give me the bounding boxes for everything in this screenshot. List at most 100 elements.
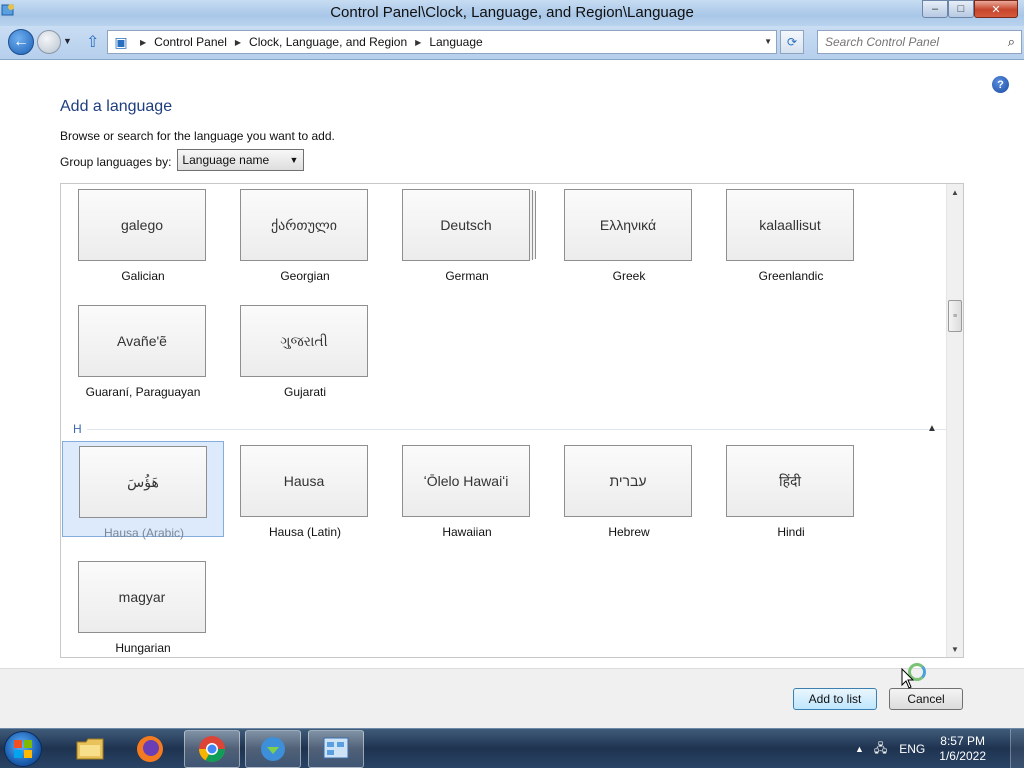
language-tile-hawaiian[interactable]: ʻŌlelo Hawaiʻi Hawaiian [386, 441, 548, 539]
search-icon[interactable]: ⌕ [1008, 34, 1015, 50]
breadcrumb: ▶ Control Panel ▶ Clock, Language, and R… [132, 35, 483, 49]
language-name: Hausa (Latin) [268, 525, 342, 539]
language-native-name: Avañe'ẽ [78, 305, 206, 377]
scroll-down-icon[interactable]: ▼ [947, 641, 963, 657]
chrome-icon [198, 736, 226, 763]
chevron-right-icon[interactable]: ▶ [235, 38, 241, 47]
chevron-right-icon[interactable]: ▶ [140, 38, 146, 47]
cancel-button[interactable]: Cancel [889, 688, 963, 710]
language-tile-greek[interactable]: Ελληνικά Greek [548, 185, 710, 283]
language-list[interactable]: galego Galician ქართული Georgian Deutsch… [60, 183, 964, 658]
minimize-button[interactable]: – [922, 0, 948, 18]
group-by-label: Group languages by: [60, 155, 172, 169]
windows-logo-icon [14, 740, 32, 758]
language-native-name: galego [78, 189, 206, 261]
control-panel-small-icon: ▣ [114, 33, 128, 50]
language-native-name: kalaallisut [726, 189, 854, 261]
group-by-value: Language name [182, 153, 270, 167]
help-icon[interactable]: ? [992, 76, 1009, 93]
maximize-button[interactable]: □ [948, 0, 974, 18]
language-name: Hawaiian [442, 525, 492, 539]
search-input[interactable] [818, 31, 998, 53]
language-tile-galician[interactable]: galego Galician [62, 185, 224, 283]
language-tile-hungarian[interactable]: magyar Hungarian [62, 557, 224, 655]
window-title: Control Panel\Clock, Language, and Regio… [330, 4, 694, 21]
language-name: Greek [612, 269, 646, 283]
group-divider [87, 429, 947, 430]
title-bar: Control Panel\Clock, Language, and Regio… [0, 0, 1024, 26]
dropdown-arrow-icon: ▼ [289, 155, 299, 165]
window-controls: – □ ✕ [922, 0, 1018, 18]
add-to-list-button[interactable]: Add to list [793, 688, 877, 710]
chevron-right-icon[interactable]: ▶ [415, 38, 421, 47]
breadcrumb-control-panel[interactable]: Control Panel [154, 35, 227, 49]
show-desktop-button[interactable] [1010, 729, 1024, 768]
control-panel-icon [323, 737, 349, 759]
language-native-name: ગુજરાતી [240, 305, 368, 377]
language-tile-greenlandic[interactable]: kalaallisut Greenlandic [710, 185, 872, 283]
folder-icon [76, 738, 104, 760]
language-name: Guaraní, Paraguayan [85, 385, 201, 399]
breadcrumb-language[interactable]: Language [429, 35, 482, 49]
input-language-indicator[interactable]: ENG [899, 742, 925, 756]
instruction-text: Browse or search for the language you wa… [60, 129, 335, 143]
taskbar-explorer[interactable] [62, 730, 118, 768]
taskbar: ▲ 🖧 ENG 8:57 PM 1/6/2022 [0, 728, 1024, 768]
forward-button[interactable] [37, 30, 61, 54]
scroll-up-icon[interactable]: ▲ [947, 184, 963, 200]
close-button[interactable]: ✕ [974, 0, 1018, 18]
navigation-bar: ← ▼ ⇧ ▣ ▶ Control Panel ▶ Clock, Languag… [0, 26, 1024, 60]
up-arrow-icon[interactable]: ⇧ [86, 32, 99, 52]
group-by-row: Group languages by: Language name ▼ [60, 149, 305, 171]
scrollbar-thumb[interactable]: ≡ [948, 300, 962, 332]
refresh-button[interactable]: ⟳ [780, 30, 804, 54]
breadcrumb-clock-language-region[interactable]: Clock, Language, and Region [249, 35, 407, 49]
language-native-name: Hausa [240, 445, 368, 517]
language-name: German [445, 269, 489, 283]
language-name: Hindi [777, 525, 805, 539]
system-tray: ▲ 🖧 ENG 8:57 PM 1/6/2022 [855, 729, 1024, 768]
language-native-name: हिंदी [726, 445, 854, 517]
language-name: Hausa (Arabic) [103, 526, 185, 540]
collapse-group-icon[interactable]: ▲ [927, 423, 937, 434]
group-by-select[interactable]: Language name ▼ [177, 149, 305, 171]
button-bar: Add to list Cancel [0, 668, 1024, 728]
recent-pages-dropdown-icon[interactable]: ▼ [63, 36, 72, 46]
network-icon[interactable]: 🖧 [874, 739, 887, 760]
taskbar-control-panel[interactable] [308, 730, 364, 768]
back-button[interactable]: ← [8, 29, 34, 55]
group-header-h[interactable]: H [73, 422, 82, 436]
language-name: Hungarian [115, 641, 171, 655]
language-native-name: magyar [78, 561, 206, 633]
show-hidden-icons-icon[interactable]: ▲ [855, 744, 864, 754]
refresh-icon: ⟳ [786, 35, 798, 49]
language-native-name: Deutsch [402, 189, 530, 261]
mouse-pointer-icon [901, 668, 915, 689]
start-button[interactable] [4, 731, 42, 767]
address-history-dropdown-icon[interactable]: ▼ [764, 37, 772, 46]
download-manager-icon [261, 737, 285, 761]
clock-date: 1/6/2022 [939, 749, 986, 763]
language-tile-georgian[interactable]: ქართული Georgian [224, 185, 386, 283]
taskbar-firefox[interactable] [122, 730, 178, 768]
back-arrow-icon: ← [13, 33, 29, 50]
language-tile-hausa-latin[interactable]: Hausa Hausa (Latin) [224, 441, 386, 539]
address-bar[interactable]: ▣ ▶ Control Panel ▶ Clock, Language, and… [107, 30, 777, 54]
language-tile-guarani[interactable]: Avañe'ẽ Guaraní, Paraguayan [62, 301, 224, 399]
taskbar-chrome[interactable] [184, 730, 240, 768]
vertical-scrollbar[interactable]: ▲ ≡ ▼ [946, 184, 963, 657]
language-tile-german[interactable]: Deutsch German [386, 185, 548, 283]
language-tile-hindi[interactable]: हिंदी Hindi [710, 441, 872, 539]
clock[interactable]: 8:57 PM 1/6/2022 [939, 734, 986, 764]
language-name: Galician [121, 269, 165, 283]
language-tile-hebrew[interactable]: עברית Hebrew [548, 441, 710, 539]
search-box[interactable]: ⌕ [817, 30, 1022, 54]
firefox-icon [137, 736, 163, 762]
language-name: Gujarati [283, 385, 327, 399]
language-tile-gujarati[interactable]: ગુજરાતી Gujarati [224, 301, 386, 399]
taskbar-download-manager[interactable] [245, 730, 301, 768]
language-tile-hausa-arabic[interactable]: هَؤُسَ Hausa (Arabic) [62, 441, 224, 540]
page-title: Add a language [60, 98, 173, 115]
language-native-name: Ελληνικά [564, 189, 692, 261]
language-native-name: עברית [564, 445, 692, 517]
